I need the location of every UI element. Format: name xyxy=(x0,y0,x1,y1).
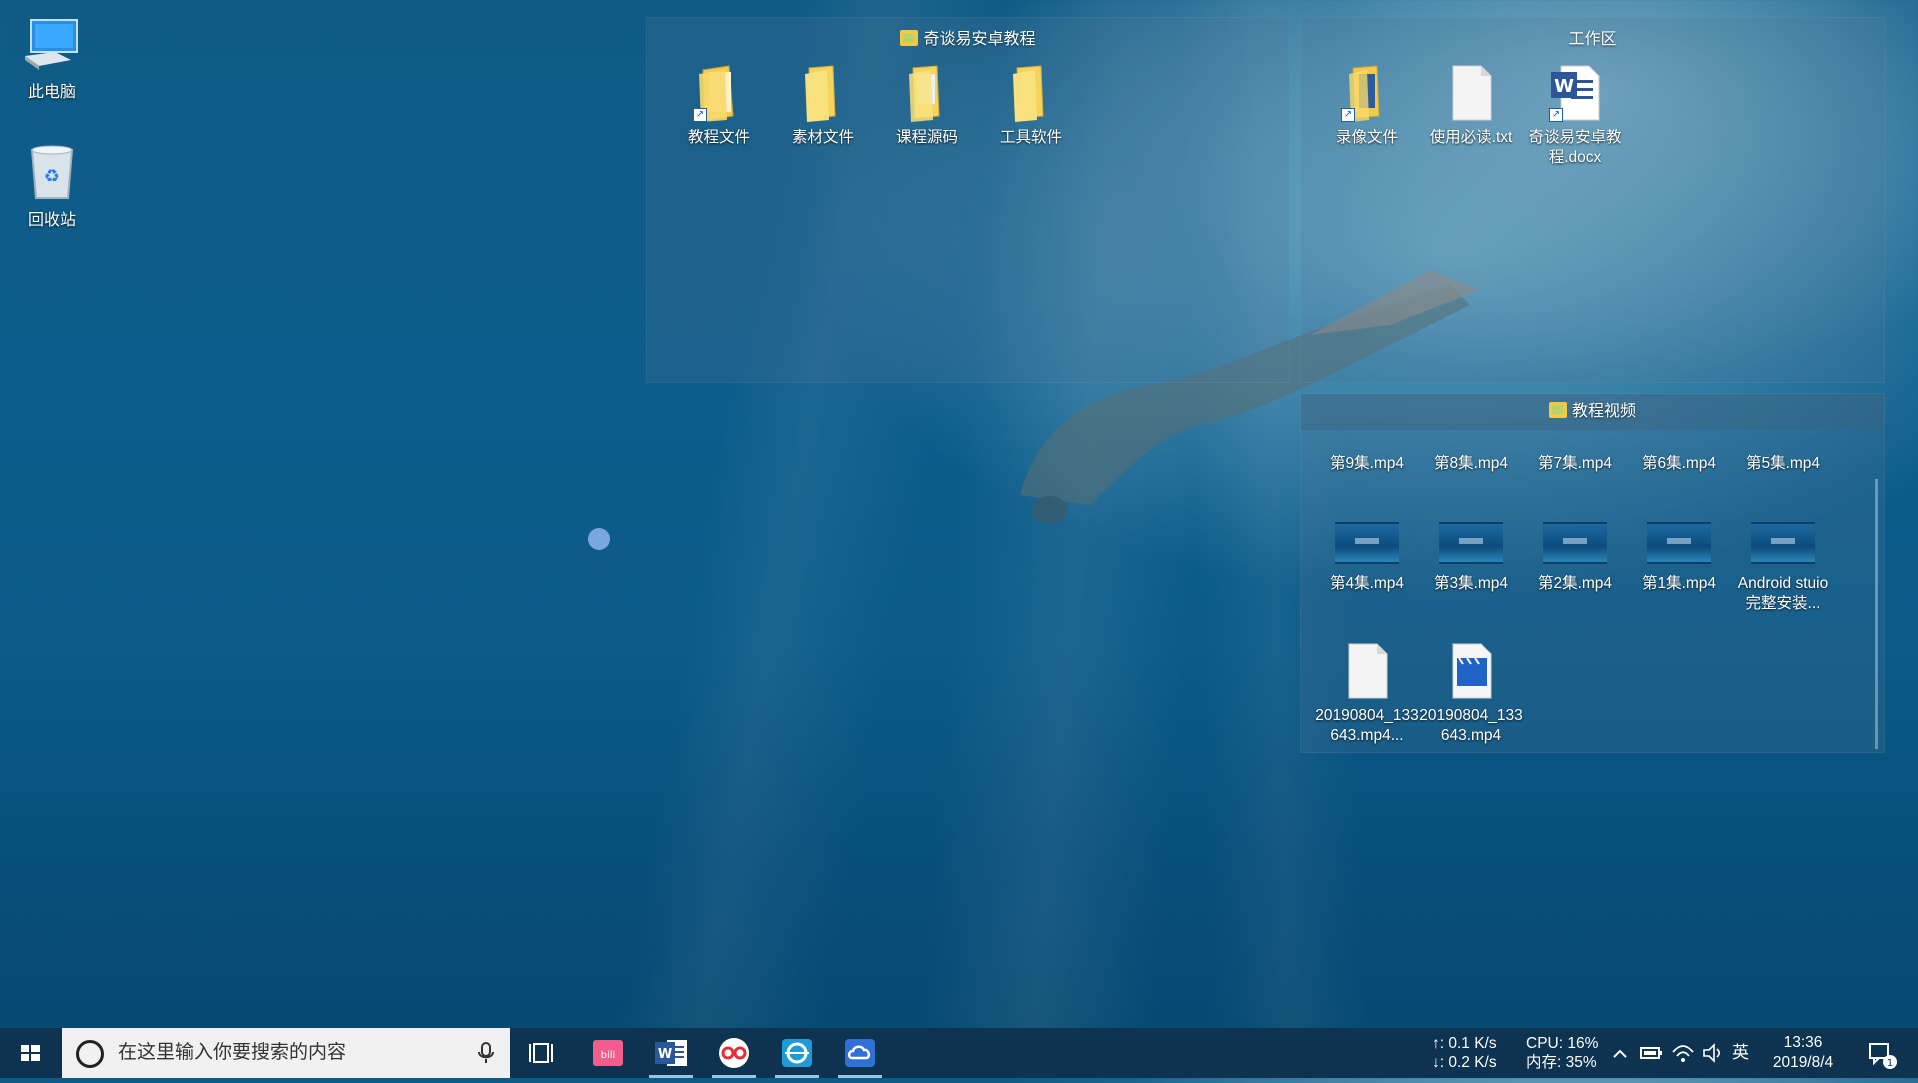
video-file[interactable]: 第1集.mp4 xyxy=(1627,510,1731,594)
battery-icon xyxy=(1640,1047,1662,1059)
video-thumbnail xyxy=(1439,522,1503,564)
video-file[interactable]: 第8集.mp4 xyxy=(1419,430,1523,474)
notification-count-badge: 1 xyxy=(1887,1058,1893,1069)
folder-icon xyxy=(1001,62,1061,124)
folder-source-code[interactable]: 课程源码 xyxy=(875,62,979,148)
svg-text:♻: ♻ xyxy=(44,166,60,187)
video-file[interactable]: 第7集.mp4 xyxy=(1523,430,1627,474)
svg-text:W: W xyxy=(1554,76,1574,97)
wifi-icon xyxy=(1672,1045,1694,1062)
fence-title[interactable]: 工作区 xyxy=(1301,18,1884,62)
taskbar-app-cloud-sync[interactable] xyxy=(832,1028,888,1078)
folder-tool-software[interactable]: 工具软件 xyxy=(979,62,1083,148)
fence-videos[interactable]: 教程视频 第9集.mp4 第8集.mp4 第7集.mp4 第6集.mp4 第5集… xyxy=(1300,393,1885,753)
clock[interactable]: 13:36 2019/8/4 xyxy=(1758,1033,1848,1073)
file-recording-video[interactable]: 20190804_133643.mp4 xyxy=(1419,640,1523,746)
taskbar-app-screen-recorder[interactable] xyxy=(706,1028,762,1078)
volume-control[interactable] xyxy=(1700,1028,1726,1078)
video-file[interactable]: 第5集.mp4 xyxy=(1731,430,1835,474)
speaker-icon xyxy=(1703,1043,1721,1063)
fence-folder-icon xyxy=(1548,402,1567,418)
fence-title[interactable]: 奇谈易安卓教程 xyxy=(647,18,1289,62)
video-thumbnail xyxy=(1543,522,1607,564)
cloud-sync-icon xyxy=(845,1039,875,1067)
desktop-icon-label: 此电脑 xyxy=(27,84,76,101)
taskbar: 在这里输入你要搜索的内容 bili W ↑: 0.1 K/s ↓: 0.2 K/… xyxy=(0,1028,1918,1078)
fence-title[interactable]: 教程视频 xyxy=(1301,394,1884,430)
folder-icon xyxy=(793,62,853,124)
chevron-up-icon xyxy=(1613,1049,1627,1058)
word-icon: W xyxy=(655,1040,687,1066)
network-speed: ↑: 0.1 K/s ↓: 0.2 K/s xyxy=(1432,1035,1497,1071)
file-readme-txt[interactable]: 使用必读.txt xyxy=(1419,62,1523,148)
start-button[interactable] xyxy=(0,1028,62,1078)
folder-shortcut-icon: ↗ xyxy=(689,62,749,124)
browser-icon xyxy=(782,1039,812,1067)
file-tutorial-docx[interactable]: W ↗ 奇谈易安卓教程.docx xyxy=(1523,62,1627,168)
desktop-icon-recycle-bin[interactable]: ♻ 回收站 xyxy=(7,142,97,230)
file-recording-placeholder[interactable]: 20190804_133643.mp4... xyxy=(1315,640,1419,746)
action-center-button[interactable]: 1 xyxy=(1862,1028,1902,1078)
fence-workspace[interactable]: 工作区 ↗ 录像文件 使用必读.txt W ↗ 奇谈易安卓教程.docx xyxy=(1300,17,1885,383)
folder-tutorial-files[interactable]: ↗ 教程文件 xyxy=(667,62,771,148)
task-view-icon xyxy=(529,1043,553,1063)
system-monitor: CPU: 16% 内存: 35% xyxy=(1526,1035,1599,1071)
taskbar-app-browser[interactable] xyxy=(769,1028,825,1078)
video-file[interactable]: 第3集.mp4 xyxy=(1419,510,1523,594)
video-file-icon xyxy=(1441,640,1501,702)
fence-tutorial[interactable]: 奇谈易安卓教程 ↗ 教程文件 素材文件 课程源码 工具软件 xyxy=(646,17,1290,383)
bilibili-icon: bili xyxy=(593,1040,623,1066)
search-placeholder: 在这里输入你要搜索的内容 xyxy=(118,1042,347,1063)
video-file[interactable]: 第4集.mp4 xyxy=(1315,510,1419,594)
taskbar-app-bilibili[interactable]: bili xyxy=(580,1028,636,1078)
battery-status[interactable] xyxy=(1638,1028,1664,1078)
task-view-button[interactable] xyxy=(514,1028,570,1078)
video-file[interactable]: 第6集.mp4 xyxy=(1627,430,1731,474)
video-thumbnail xyxy=(1335,522,1399,564)
folder-shortcut-icon: ↗ xyxy=(1337,62,1397,124)
microphone-icon[interactable] xyxy=(478,1042,494,1064)
recycle-bin-icon: ♻ xyxy=(30,145,74,199)
blank-file-icon xyxy=(1337,640,1397,702)
desktop-icon-this-pc[interactable]: 此电脑 xyxy=(7,16,97,102)
screen-recorder-icon xyxy=(719,1038,749,1068)
svg-text:bili: bili xyxy=(601,1050,616,1061)
fence-folder-icon xyxy=(900,30,919,46)
video-thumbnail xyxy=(1751,522,1815,564)
folder-material-files[interactable]: 素材文件 xyxy=(771,62,875,148)
video-file[interactable]: 第2集.mp4 xyxy=(1523,510,1627,594)
word-document-icon: W ↗ xyxy=(1545,62,1605,124)
wifi-status[interactable] xyxy=(1670,1028,1696,1078)
desktop-icon-label: 回收站 xyxy=(27,212,76,229)
notification-icon: 1 xyxy=(1869,1043,1897,1069)
folder-icon xyxy=(897,62,957,124)
taskbar-app-word[interactable]: W xyxy=(643,1028,699,1078)
show-hidden-icons-button[interactable] xyxy=(1610,1028,1630,1078)
folder-recordings[interactable]: ↗ 录像文件 xyxy=(1315,62,1419,148)
cortana-icon xyxy=(76,1040,104,1068)
video-file[interactable]: 第9集.mp4 xyxy=(1315,430,1419,474)
input-method-indicator[interactable]: 英 xyxy=(1732,1028,1754,1078)
video-file[interactable]: Android stuio完整安装... xyxy=(1731,510,1835,614)
search-box[interactable]: 在这里输入你要搜索的内容 xyxy=(62,1028,510,1078)
fence-scrollbar[interactable] xyxy=(1875,479,1878,749)
computer-icon xyxy=(25,19,78,70)
text-file-icon xyxy=(1441,62,1501,124)
svg-text:W: W xyxy=(658,1047,672,1062)
mouse-cursor-indicator xyxy=(588,528,610,550)
video-thumbnail xyxy=(1647,522,1711,564)
windows-logo-icon xyxy=(21,1045,40,1061)
